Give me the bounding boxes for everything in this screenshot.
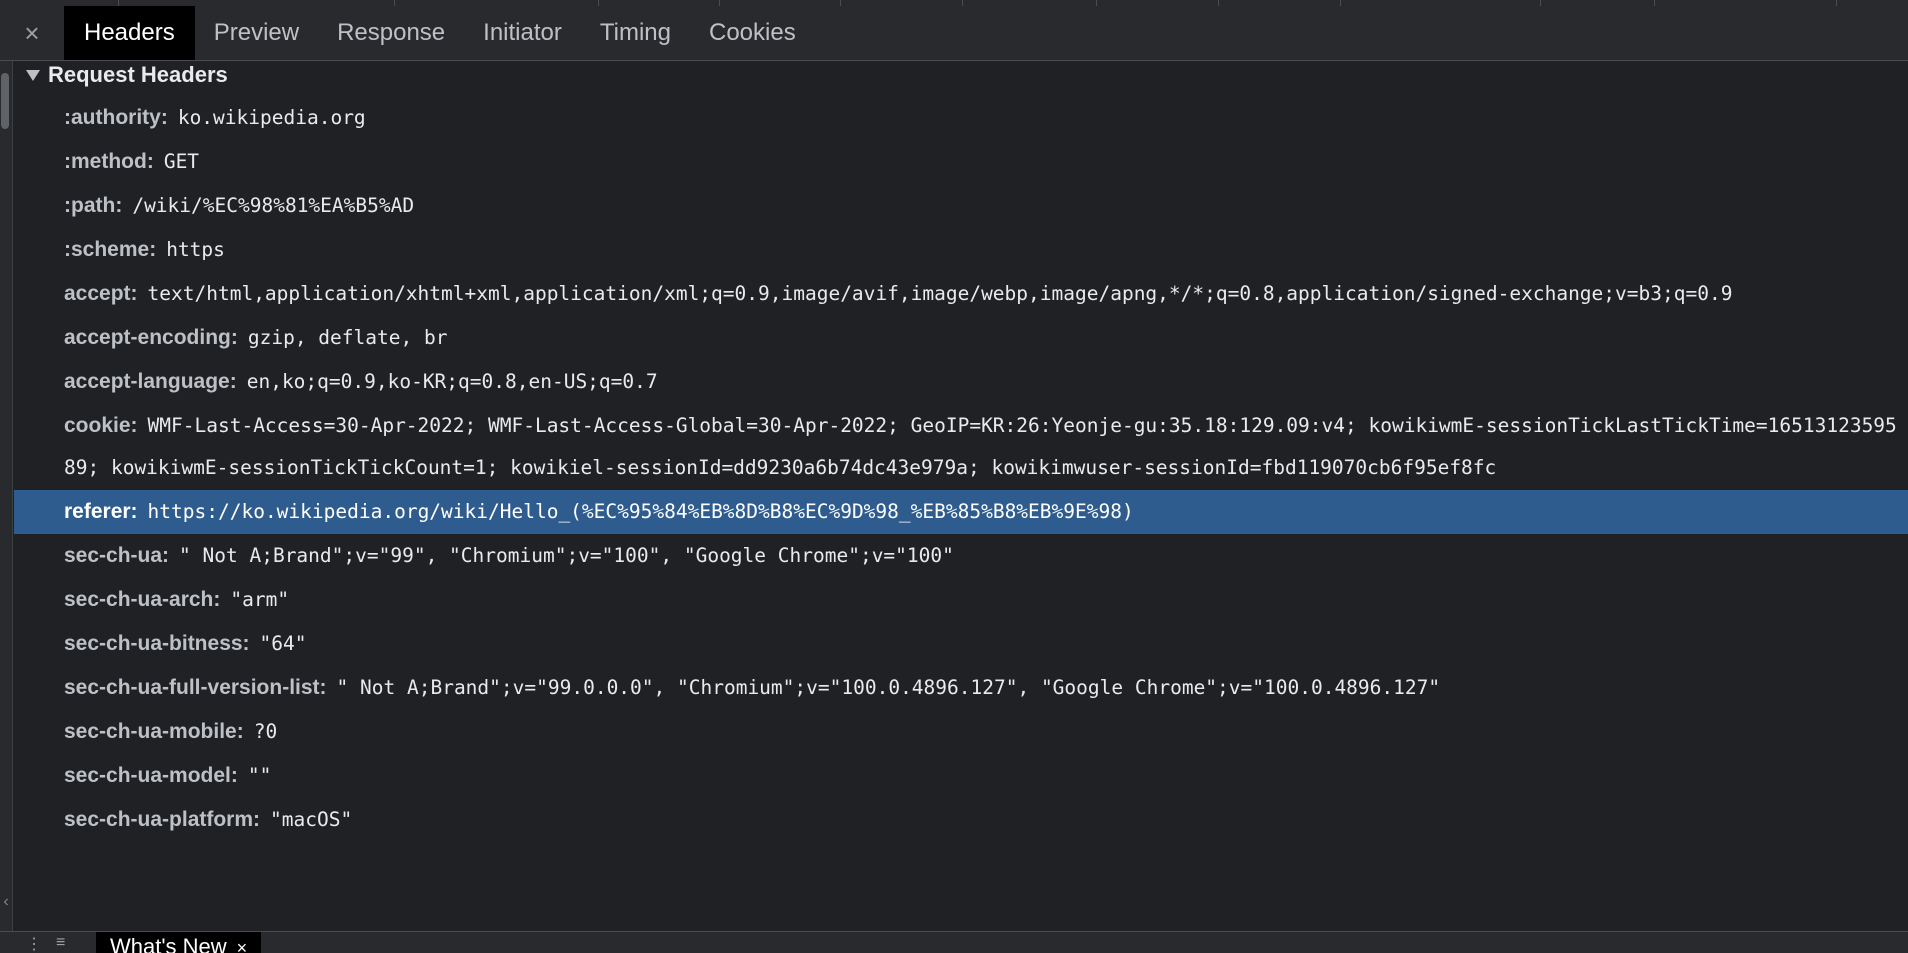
header-name: accept: xyxy=(64,282,138,305)
header-row[interactable]: sec-ch-ua-platform: "macOS" xyxy=(14,798,1908,842)
header-name: sec-ch-ua-mobile: xyxy=(64,720,244,743)
tab-preview[interactable]: Preview xyxy=(195,6,318,60)
header-name: :path: xyxy=(64,194,123,217)
header-name: sec-ch-ua-full-version-list: xyxy=(64,676,327,699)
triangle-down-icon xyxy=(26,69,40,81)
header-row[interactable]: sec-ch-ua-bitness: "64" xyxy=(14,622,1908,666)
header-row[interactable]: sec-ch-ua-arch: "arm" xyxy=(14,578,1908,622)
header-name: sec-ch-ua: xyxy=(64,544,170,567)
more-icon[interactable]: ⋮ xyxy=(26,934,42,953)
menu-icon[interactable]: ≡ xyxy=(56,934,65,952)
tab-headers[interactable]: Headers xyxy=(64,6,195,60)
header-row[interactable]: sec-ch-ua-mobile: ?0 xyxy=(14,710,1908,754)
header-name: :scheme: xyxy=(64,238,157,261)
tab-cookies[interactable]: Cookies xyxy=(690,6,815,60)
header-value: https xyxy=(166,238,225,261)
header-row[interactable]: accept: text/html,application/xhtml+xml,a… xyxy=(14,272,1908,316)
header-row[interactable]: accept-language: en,ko;q=0.9,ko-KR;q=0.8,… xyxy=(14,360,1908,404)
header-value: "arm" xyxy=(230,588,290,611)
header-row[interactable]: cookie: WMF-Last-Access=30-Apr-2022; WMF-… xyxy=(14,404,1908,490)
close-icon[interactable]: × xyxy=(0,6,64,60)
header-value: GET xyxy=(163,150,200,173)
tab-response[interactable]: Response xyxy=(318,6,464,60)
close-icon[interactable]: × xyxy=(237,938,248,953)
header-row[interactable]: :path: /wiki/%EC%98%81%EA%B5%AD xyxy=(14,184,1908,228)
header-value: /wiki/%EC%98%81%EA%B5%AD xyxy=(132,194,415,217)
drawer-tab-label: What's New xyxy=(110,934,227,953)
header-name: cookie: xyxy=(64,414,138,437)
header-value: "" xyxy=(247,764,272,787)
header-name: sec-ch-ua-model: xyxy=(64,764,238,787)
tab-whats-new[interactable]: What's New × xyxy=(96,932,262,953)
header-row[interactable]: sec-ch-ua-model: "" xyxy=(14,754,1908,798)
header-name: referer: xyxy=(64,500,138,523)
header-value: "macOS" xyxy=(270,808,353,831)
header-name: accept-language: xyxy=(64,370,237,393)
header-row[interactable]: accept-encoding: gzip, deflate, br xyxy=(14,316,1908,360)
header-value: WMF-Last-Access=30-Apr-2022; WMF-Last-Ac… xyxy=(64,414,1897,479)
header-row[interactable]: sec-ch-ua-full-version-list: " Not A;Bran… xyxy=(14,666,1908,710)
header-value: text/html,application/xhtml+xml,applicat… xyxy=(147,282,1733,305)
header-value: https://ko.wikipedia.org/wiki/Hello_(%EC… xyxy=(147,500,1134,523)
header-row[interactable]: :scheme: https xyxy=(14,228,1908,272)
header-name: sec-ch-ua-platform: xyxy=(64,808,261,831)
header-name: :authority: xyxy=(64,106,168,129)
header-value: "64" xyxy=(259,632,307,655)
header-name: sec-ch-ua-bitness: xyxy=(64,632,250,655)
section-title: Request Headers xyxy=(48,62,228,87)
header-value: " Not A;Brand";v="99.0.0.0", "Chromium";… xyxy=(336,676,1441,699)
chevron-left-icon[interactable]: ‹ xyxy=(0,893,12,911)
header-value: ko.wikipedia.org xyxy=(177,106,366,129)
header-row[interactable]: :authority: ko.wikipedia.org xyxy=(14,96,1908,140)
headers-panel: ‹ Request Headers :authority: ko.wikipedi… xyxy=(0,61,1908,931)
header-row[interactable]: :method: GET xyxy=(14,140,1908,184)
header-value: " Not A;Brand";v="99", "Chromium";v="100… xyxy=(179,544,954,567)
header-list: :authority: ko.wikipedia.org :method: GET … xyxy=(14,96,1908,842)
tab-initiator[interactable]: Initiator xyxy=(464,6,581,60)
header-name: :method: xyxy=(64,150,154,173)
drawer-tab-bar: ⋮ ≡ What's New × xyxy=(0,931,1908,953)
header-value: ?0 xyxy=(253,720,278,743)
header-name: sec-ch-ua-arch: xyxy=(64,588,221,611)
header-value: gzip, deflate, br xyxy=(247,326,448,349)
header-value: en,ko;q=0.9,ko-KR;q=0.8,en-US;q=0.7 xyxy=(246,370,658,393)
header-row-selected[interactable]: referer: https://ko.wikipedia.org/wiki/He… xyxy=(14,490,1908,534)
request-headers-toggle[interactable]: Request Headers xyxy=(14,61,228,89)
header-name: accept-encoding: xyxy=(64,326,238,349)
scrollbar[interactable]: ‹ xyxy=(0,61,13,931)
header-row[interactable]: sec-ch-ua: " Not A;Brand";v="99", "Chromi… xyxy=(14,534,1908,578)
tab-timing[interactable]: Timing xyxy=(581,6,690,60)
details-tab-bar: × Headers Preview Response Initiator Tim… xyxy=(0,6,1908,61)
scrollbar-thumb[interactable] xyxy=(1,73,9,129)
